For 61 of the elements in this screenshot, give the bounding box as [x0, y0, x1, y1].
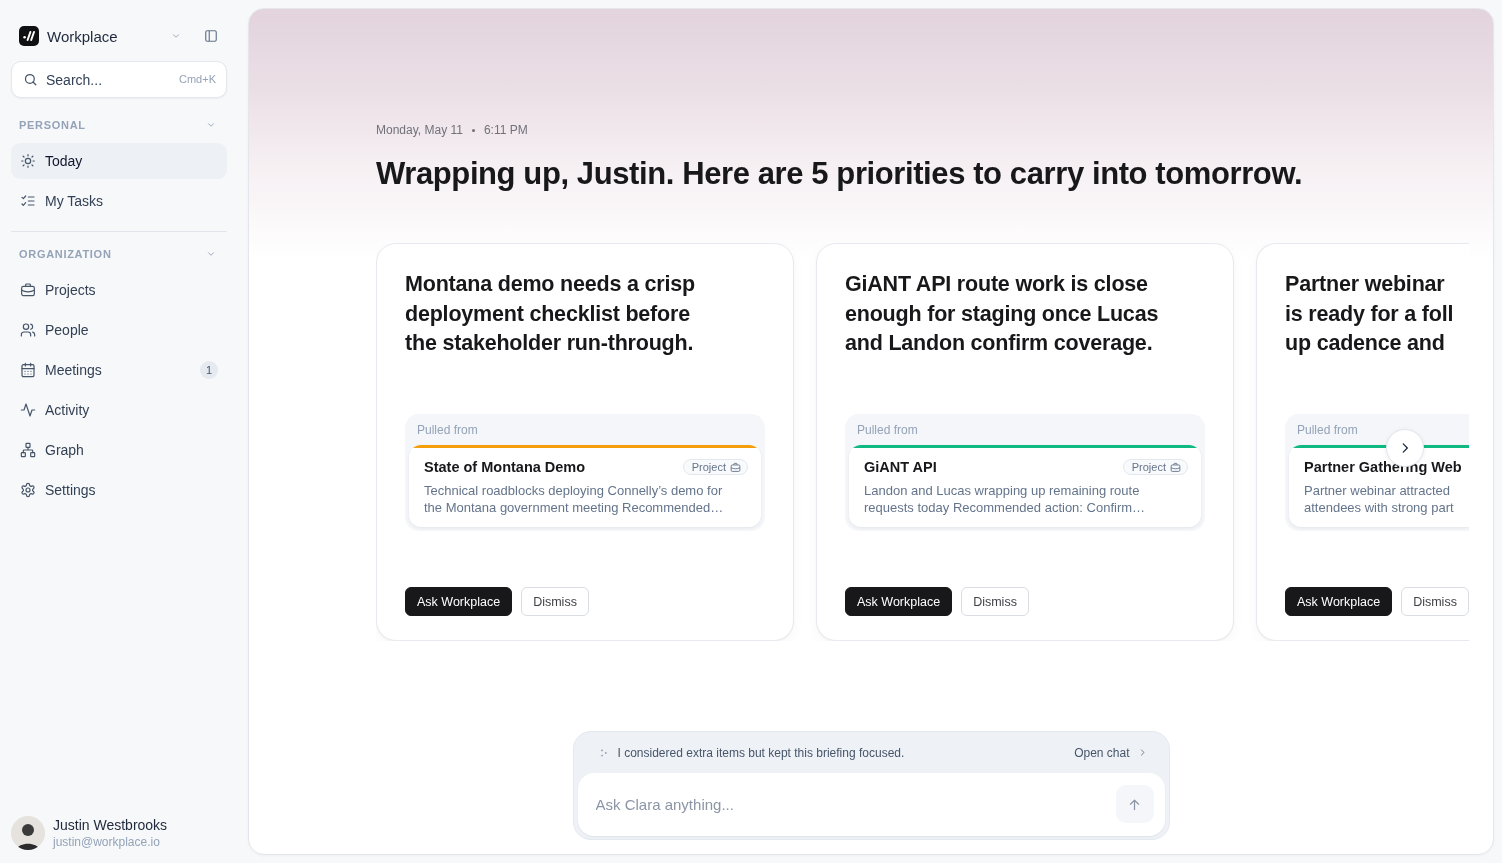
source-label: Pulled from	[856, 423, 918, 438]
ask-workplace-button[interactable]: Ask Workplace	[1285, 587, 1393, 616]
logo-icon	[19, 26, 39, 46]
source-title: Partner Gathering Web	[1304, 459, 1462, 475]
dismiss-button[interactable]: Dismiss	[1401, 587, 1469, 616]
avatar-icon	[11, 816, 45, 850]
source-description: Technical roadblocks deploying Connelly’s demo for the Montana government meeting Recommended…	[424, 482, 725, 516]
source-label: Pulled from	[1296, 423, 1358, 438]
source-description: Landon and Lucas wrapping up remaining route requests today Recommended action: Confirm…	[864, 482, 1147, 516]
time-text: 6:11 PM	[483, 123, 528, 137]
sidebar-toggle-button[interactable]	[204, 29, 218, 43]
source-title: State of Montana Demo	[424, 459, 586, 475]
nav-item[interactable]: Settings	[11, 472, 227, 508]
user-email: justin@workplace.io	[53, 835, 161, 849]
briefcase-icon	[1170, 461, 1181, 473]
nav-item[interactable]: Meetings 1	[11, 352, 227, 388]
nav-item[interactable]: Projects	[11, 272, 227, 308]
card-title: GiANT API route work is close enough for staging once Lucas and Landon confirm coverage.	[845, 271, 1160, 357]
source-label: Pulled from	[416, 423, 478, 438]
card-title: Partner webinar is ready for a foll up cadence and	[1285, 271, 1455, 357]
dismiss-button[interactable]: Dismiss	[961, 587, 1029, 616]
tag-label: Project	[1131, 461, 1166, 473]
dots-icon	[600, 748, 607, 757]
nav-item[interactable]: Today	[11, 143, 227, 179]
nav-item[interactable]: Activity	[11, 392, 227, 428]
pulse-icon	[20, 402, 36, 418]
source-card[interactable]: State of Montana Demo Project Technical roadblocks deploying Connelly’s demo for the Montana government meeting Recommended…	[409, 445, 761, 527]
dismiss-button[interactable]: Dismiss	[521, 587, 589, 616]
briefing-heading: Wrapping up, Justin. Here are 5 priorities to carry into tomorrow.	[376, 156, 1304, 192]
settings-icon	[20, 482, 36, 498]
calendar-icon	[20, 362, 36, 378]
nav-item[interactable]: People	[11, 312, 227, 348]
nav-item[interactable]: Graph	[11, 432, 227, 468]
user-name: Justin Westbrooks	[53, 817, 168, 833]
ask-workplace-button[interactable]: Ask Workplace	[845, 587, 953, 616]
source-description: Partner webinar attracted attendees with strong part	[1304, 482, 1455, 516]
separator-dot-icon	[471, 128, 475, 132]
chat-input[interactable]: Ask Clara anything...	[577, 773, 1165, 836]
tag-label: Project	[691, 461, 726, 473]
nav-item[interactable]: My Tasks	[11, 183, 227, 219]
source-title: GiANT API	[864, 459, 937, 475]
briefcase-icon	[20, 282, 36, 298]
open-chat-link[interactable]: Open chat	[1074, 745, 1147, 760]
source-card[interactable]: GiANT API Project Landon and Lucas wrapping up remaining route requests today Recommended action: Confirm…	[849, 445, 1201, 527]
panel-icon	[204, 29, 218, 43]
search-icon	[23, 72, 38, 87]
arrow-up-icon	[1127, 796, 1142, 812]
card-title: Montana demo needs a crisp deployment checklist before the stakeholder run-through.	[405, 271, 696, 357]
workspace-switcher[interactable]: Workplace	[19, 25, 181, 47]
hierarchy-icon	[20, 442, 36, 458]
shortcut-hint: Cmd+K	[179, 73, 216, 86]
sun-icon	[20, 153, 36, 169]
source-card[interactable]: Partner Gathering Web Partner webinar attracted attendees with strong part	[1289, 445, 1469, 527]
chevron-down-icon	[171, 31, 181, 41]
chat-note: I considered extra items but kept this briefing focused.	[617, 745, 905, 760]
ask-workplace-button[interactable]: Ask Workplace	[405, 587, 513, 616]
count-badge: 1	[200, 361, 218, 379]
briefcase-icon	[730, 461, 741, 473]
people-icon	[20, 322, 36, 338]
checklist-icon	[20, 193, 36, 209]
date-text: Monday, May 11	[376, 123, 463, 137]
